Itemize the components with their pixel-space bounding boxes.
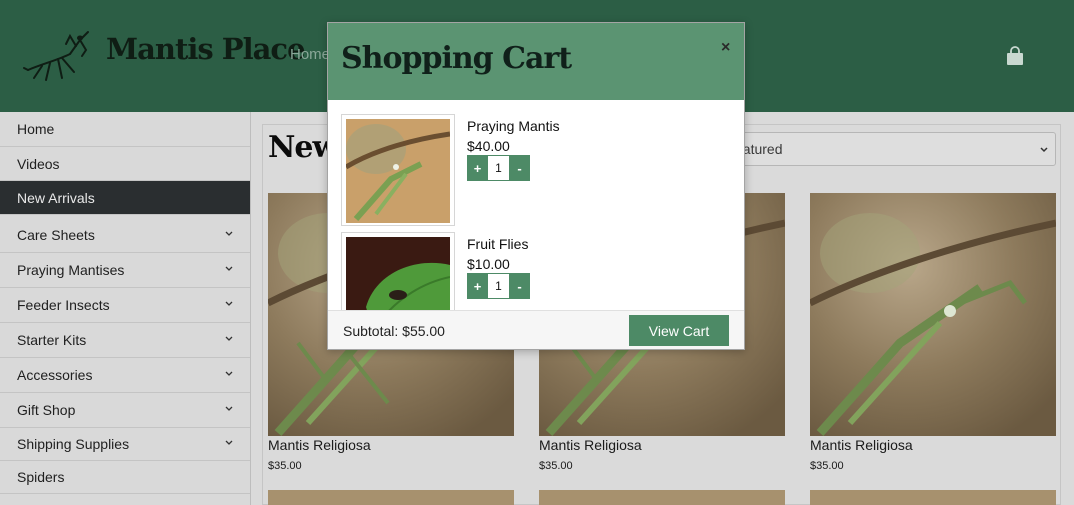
chevron-down-icon bbox=[225, 371, 233, 376]
sidebar-item-label: Shipping Supplies bbox=[17, 436, 130, 452]
sidebar-item-shipping-supplies[interactable]: Shipping Supplies bbox=[0, 428, 250, 461]
sidebar-item-spiders[interactable]: Spiders bbox=[0, 461, 250, 494]
modal-header: Shopping Cart × bbox=[328, 23, 744, 100]
view-cart-button[interactable]: View Cart bbox=[629, 315, 729, 346]
product-name[interactable]: Mantis Religiosa bbox=[268, 437, 371, 453]
cart-item-price: $10.00 bbox=[467, 256, 510, 272]
cart-item-price: $40.00 bbox=[467, 138, 510, 154]
sidebar-item-accessories[interactable]: Accessories bbox=[0, 358, 250, 393]
sidebar-item-label: Accessories bbox=[17, 367, 93, 383]
sidebar-item-label: Videos bbox=[17, 155, 60, 172]
sidebar-item-label: New Arrivals bbox=[17, 189, 95, 206]
site-logo-text[interactable]: Mantis Place bbox=[106, 32, 306, 66]
sidebar-item-label: Care Sheets bbox=[17, 227, 95, 243]
product-name[interactable]: Mantis Religiosa bbox=[539, 437, 642, 453]
product-image[interactable] bbox=[810, 193, 1056, 436]
shopping-cart-modal: Shopping Cart × Praying Mantis $40.00 + … bbox=[327, 22, 745, 350]
chevron-down-icon bbox=[225, 301, 233, 306]
sidebar-item-starter-kits[interactable]: Starter Kits bbox=[0, 323, 250, 358]
chevron-down-icon bbox=[225, 440, 233, 445]
shopping-bag-icon[interactable] bbox=[1005, 46, 1025, 66]
sidebar-item-praying-mantises[interactable]: Praying Mantises bbox=[0, 253, 250, 288]
cart-item-name[interactable]: Praying Mantis bbox=[467, 118, 560, 134]
cart-item-name[interactable]: Fruit Flies bbox=[467, 236, 528, 252]
product-price: $35.00 bbox=[539, 460, 573, 472]
quantity-increase-button[interactable]: + bbox=[467, 273, 488, 299]
product-image[interactable] bbox=[268, 490, 514, 505]
sidebar-item-label: Starter Kits bbox=[17, 332, 87, 348]
close-icon[interactable]: × bbox=[721, 39, 730, 57]
chevron-down-icon bbox=[225, 406, 233, 411]
cart-subtotal: Subtotal: $55.00 bbox=[343, 323, 445, 339]
sidebar-item-label: Spiders bbox=[17, 469, 65, 485]
cart-items-list[interactable]: Praying Mantis $40.00 + 1 - Fruit Flies … bbox=[328, 100, 744, 310]
sidebar-item-care-sheets[interactable]: Care Sheets bbox=[0, 218, 250, 253]
chevron-down-icon bbox=[225, 231, 233, 236]
quantity-input[interactable]: 1 bbox=[488, 155, 509, 181]
chevron-down-icon bbox=[1040, 147, 1048, 153]
product-price: $35.00 bbox=[810, 460, 844, 472]
sort-select[interactable]: eatured bbox=[720, 132, 1056, 166]
cart-item-thumbnail[interactable] bbox=[341, 232, 455, 310]
sidebar-item-label: Gift Shop bbox=[17, 402, 76, 418]
product-image[interactable] bbox=[810, 490, 1056, 505]
chevron-down-icon bbox=[225, 336, 233, 341]
nav-home-link[interactable]: Home bbox=[290, 46, 330, 63]
quantity-decrease-button[interactable]: - bbox=[509, 155, 530, 181]
chevron-down-icon bbox=[225, 266, 233, 271]
quantity-increase-button[interactable]: + bbox=[467, 155, 488, 181]
cart-item-thumbnail[interactable] bbox=[341, 114, 455, 226]
sidebar-item-home[interactable]: Home bbox=[0, 112, 250, 147]
quantity-stepper: + 1 - bbox=[467, 155, 530, 181]
sidebar-item-videos[interactable]: Videos bbox=[0, 147, 250, 181]
quantity-input[interactable]: 1 bbox=[488, 273, 509, 299]
product-name[interactable]: Mantis Religiosa bbox=[810, 437, 913, 453]
mantis-logo-icon[interactable] bbox=[22, 26, 96, 84]
modal-title: Shopping Cart bbox=[341, 41, 572, 76]
sidebar-item-label: Praying Mantises bbox=[17, 262, 125, 278]
sidebar-item-label: Feeder Insects bbox=[17, 297, 110, 313]
sidebar-nav: Home Videos New Arrivals Care Sheets Pra… bbox=[0, 112, 251, 505]
quantity-stepper: + 1 - bbox=[467, 273, 530, 299]
sidebar-item-label: Home bbox=[17, 121, 55, 137]
product-price: $35.00 bbox=[268, 460, 302, 472]
sidebar-item-feeder-insects[interactable]: Feeder Insects bbox=[0, 288, 250, 323]
product-image[interactable] bbox=[539, 490, 785, 505]
sidebar-item-new-arrivals[interactable]: New Arrivals bbox=[0, 181, 250, 215]
modal-footer: Subtotal: $55.00 View Cart bbox=[328, 310, 744, 349]
sidebar-item-gift-shop[interactable]: Gift Shop bbox=[0, 393, 250, 428]
quantity-decrease-button[interactable]: - bbox=[509, 273, 530, 299]
